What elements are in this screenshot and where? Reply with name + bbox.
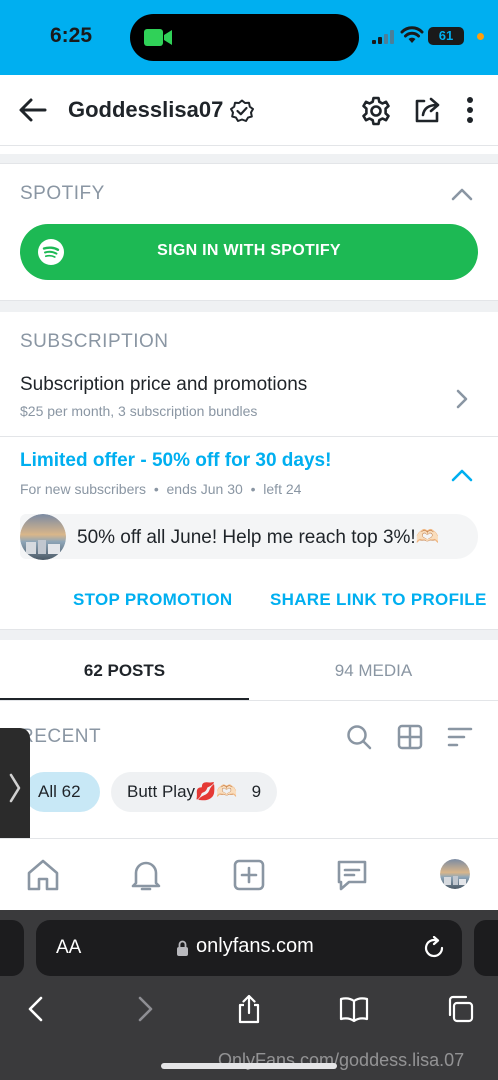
promotion-ends: ends Jun 30 xyxy=(166,481,243,497)
share-link-to-profile-button[interactable]: SHARE LINK TO PROFILE xyxy=(270,590,487,610)
previous-tab-preview[interactable] xyxy=(0,920,24,976)
filter-chip-butt-play[interactable]: Butt Play💋🫶🏻 9 xyxy=(111,772,277,812)
subscription-section-title: SUBSCRIPTION xyxy=(20,331,169,352)
divider xyxy=(0,145,498,146)
profile-header: Goddesslisa07 xyxy=(0,75,498,145)
spotify-section-title: SPOTIFY xyxy=(20,183,105,204)
side-drawer-handle[interactable] xyxy=(0,728,30,848)
home-icon[interactable] xyxy=(25,857,61,893)
home-indicator xyxy=(161,1063,337,1069)
address-bar[interactable]: AA onlyfans.com xyxy=(36,920,462,976)
filter-chip-all[interactable]: All 62 xyxy=(24,772,100,812)
divider xyxy=(0,700,498,701)
promotion-title: Limited offer - 50% off for 30 days! xyxy=(20,450,332,471)
safari-forward-icon[interactable] xyxy=(129,994,159,1024)
wifi-icon xyxy=(400,26,424,43)
promotion-left: left 24 xyxy=(263,481,302,497)
spotify-button-label: SIGN IN WITH SPOTIFY xyxy=(157,242,341,259)
tab-posts[interactable]: 62 POSTS xyxy=(0,661,249,681)
dynamic-island xyxy=(130,14,359,61)
gear-icon[interactable] xyxy=(360,95,392,127)
status-time: 6:25 xyxy=(50,24,93,47)
chevron-right-icon xyxy=(9,773,21,803)
verified-icon xyxy=(230,99,254,122)
chevron-up-icon[interactable] xyxy=(451,468,473,482)
grid-icon[interactable] xyxy=(397,724,423,750)
sign-in-with-spotify-button[interactable]: SIGN IN WITH SPOTIFY xyxy=(20,224,478,280)
promotion-audience: For new subscribers xyxy=(20,481,147,497)
divider xyxy=(0,163,498,164)
avatar xyxy=(20,514,66,560)
chip-label: All xyxy=(38,782,57,801)
safari-share-icon[interactable] xyxy=(234,994,264,1024)
url-text: onlyfans.com xyxy=(196,935,314,957)
meta-separator: • xyxy=(246,481,264,497)
section-separator xyxy=(0,630,498,640)
section-separator xyxy=(0,301,498,312)
share-icon[interactable] xyxy=(412,95,442,125)
search-icon[interactable] xyxy=(346,724,372,750)
reload-icon[interactable] xyxy=(422,936,446,960)
chip-count: 9 xyxy=(251,782,262,801)
tab-media[interactable]: 94 MEDIA xyxy=(249,661,498,681)
messages-icon[interactable] xyxy=(334,857,370,893)
bookmarks-icon[interactable] xyxy=(339,994,369,1024)
video-camera-icon xyxy=(144,29,172,46)
chevron-up-icon[interactable] xyxy=(451,187,473,201)
lock-icon xyxy=(177,940,188,956)
profile-avatar[interactable] xyxy=(440,859,470,889)
status-bar: 6:25 61 xyxy=(0,0,498,75)
meta-separator: • xyxy=(149,481,167,497)
reader-aa-button[interactable]: AA xyxy=(56,937,81,959)
next-tab-preview[interactable] xyxy=(474,920,498,976)
promotion-message-bubble: 50% off all June! Help me reach top 3%!🫶… xyxy=(20,514,478,560)
browser-toolbar: AA onlyfans.com OnlyFans.com/goddess.lis… xyxy=(0,910,498,1080)
promotion-meta: For new subscribers • ends Jun 30 • left… xyxy=(20,481,301,497)
sort-icon[interactable] xyxy=(447,724,473,750)
bell-icon[interactable] xyxy=(128,857,164,893)
stop-promotion-button[interactable]: STOP PROMOTION xyxy=(73,590,232,610)
chip-label: Butt Play💋🫶🏻 xyxy=(127,782,238,801)
chevron-right-icon xyxy=(456,389,468,409)
subscription-row-title: Subscription price and promotions xyxy=(20,374,308,395)
promotion-message: 50% off all June! Help me reach top 3%!🫶… xyxy=(77,527,440,548)
chip-count: 62 xyxy=(61,782,81,801)
content-tabs: 62 POSTS 94 MEDIA xyxy=(0,640,498,700)
battery-percent: 61 xyxy=(438,28,454,43)
safari-back-icon[interactable] xyxy=(22,994,52,1024)
divider xyxy=(0,436,498,437)
bottom-navigation xyxy=(0,838,498,910)
signal-icon xyxy=(372,30,394,44)
section-separator xyxy=(0,154,498,163)
back-arrow-icon[interactable] xyxy=(18,96,48,124)
privacy-indicator-dot xyxy=(477,33,484,40)
more-vertical-icon[interactable] xyxy=(458,95,482,125)
tabs-icon[interactable] xyxy=(445,994,475,1024)
add-post-icon[interactable] xyxy=(231,857,267,893)
subscription-row-detail: $25 per month, 3 subscription bundles xyxy=(20,403,258,419)
recent-section-title: RECENT xyxy=(20,726,102,747)
battery-icon: 61 xyxy=(428,27,464,45)
profile-name: Goddesslisa07 xyxy=(68,97,224,122)
subscription-price-row[interactable]: Subscription price and promotions $25 pe… xyxy=(0,370,498,432)
